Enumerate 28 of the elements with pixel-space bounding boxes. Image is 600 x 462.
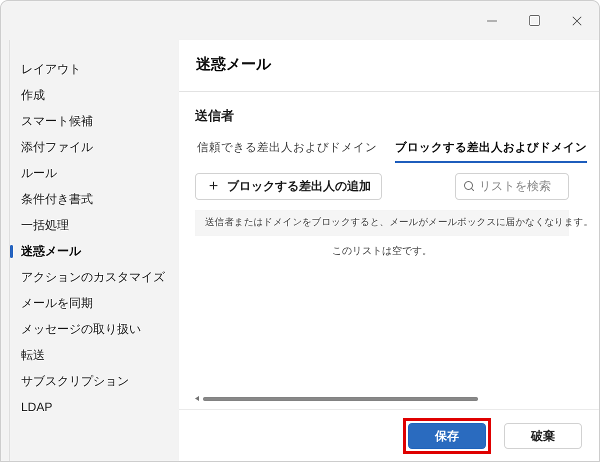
- page-title: 迷惑メール: [196, 55, 271, 76]
- scroll-left-icon[interactable]: [195, 396, 199, 401]
- maximize-icon[interactable]: [528, 14, 541, 27]
- horizontal-scrollbar[interactable]: [203, 396, 478, 400]
- sidebar-item[interactable]: アクションのカスタマイズ: [10, 264, 179, 290]
- search-icon: [463, 180, 475, 192]
- sidebar-item[interactable]: メッセージの取り扱い: [10, 316, 179, 342]
- sidebar-item[interactable]: メールを同期: [10, 290, 179, 316]
- search-field[interactable]: リストを検索: [455, 172, 569, 200]
- sidebar-item[interactable]: サブスクリプション: [10, 368, 179, 394]
- sidebar-item[interactable]: 迷惑メール: [10, 238, 179, 264]
- save-button[interactable]: 保存: [408, 422, 486, 448]
- sidebar-item[interactable]: レイアウト: [10, 56, 179, 82]
- sidebar-item[interactable]: ルール: [10, 160, 179, 186]
- sidebar-item[interactable]: 転送: [10, 342, 179, 368]
- tab[interactable]: 信頼できる差出人およびドメイン: [197, 140, 377, 163]
- sidebar-item[interactable]: 添付ファイル: [10, 134, 179, 160]
- sidebar-item[interactable]: スマート候補: [10, 108, 179, 134]
- sidebar-item[interactable]: LDAP: [10, 394, 179, 420]
- info-text: 送信者またはドメインをブロックすると、メールがメールボックスに届かなくなります。: [205, 216, 594, 230]
- section-title: 送信者: [195, 107, 235, 125]
- tab[interactable]: ブロックする差出人およびドメイン: [395, 140, 587, 163]
- sidebar-item[interactable]: 作成: [10, 82, 179, 108]
- sidebar-item[interactable]: 条件付き書式: [10, 186, 179, 212]
- sidebar-item[interactable]: 一括処理: [10, 212, 179, 238]
- empty-list-text: このリストは空です。: [332, 244, 432, 259]
- add-blocked-sender-button[interactable]: ＋ ブロックする差出人の追加: [195, 172, 382, 200]
- discard-button[interactable]: 破棄: [504, 422, 582, 448]
